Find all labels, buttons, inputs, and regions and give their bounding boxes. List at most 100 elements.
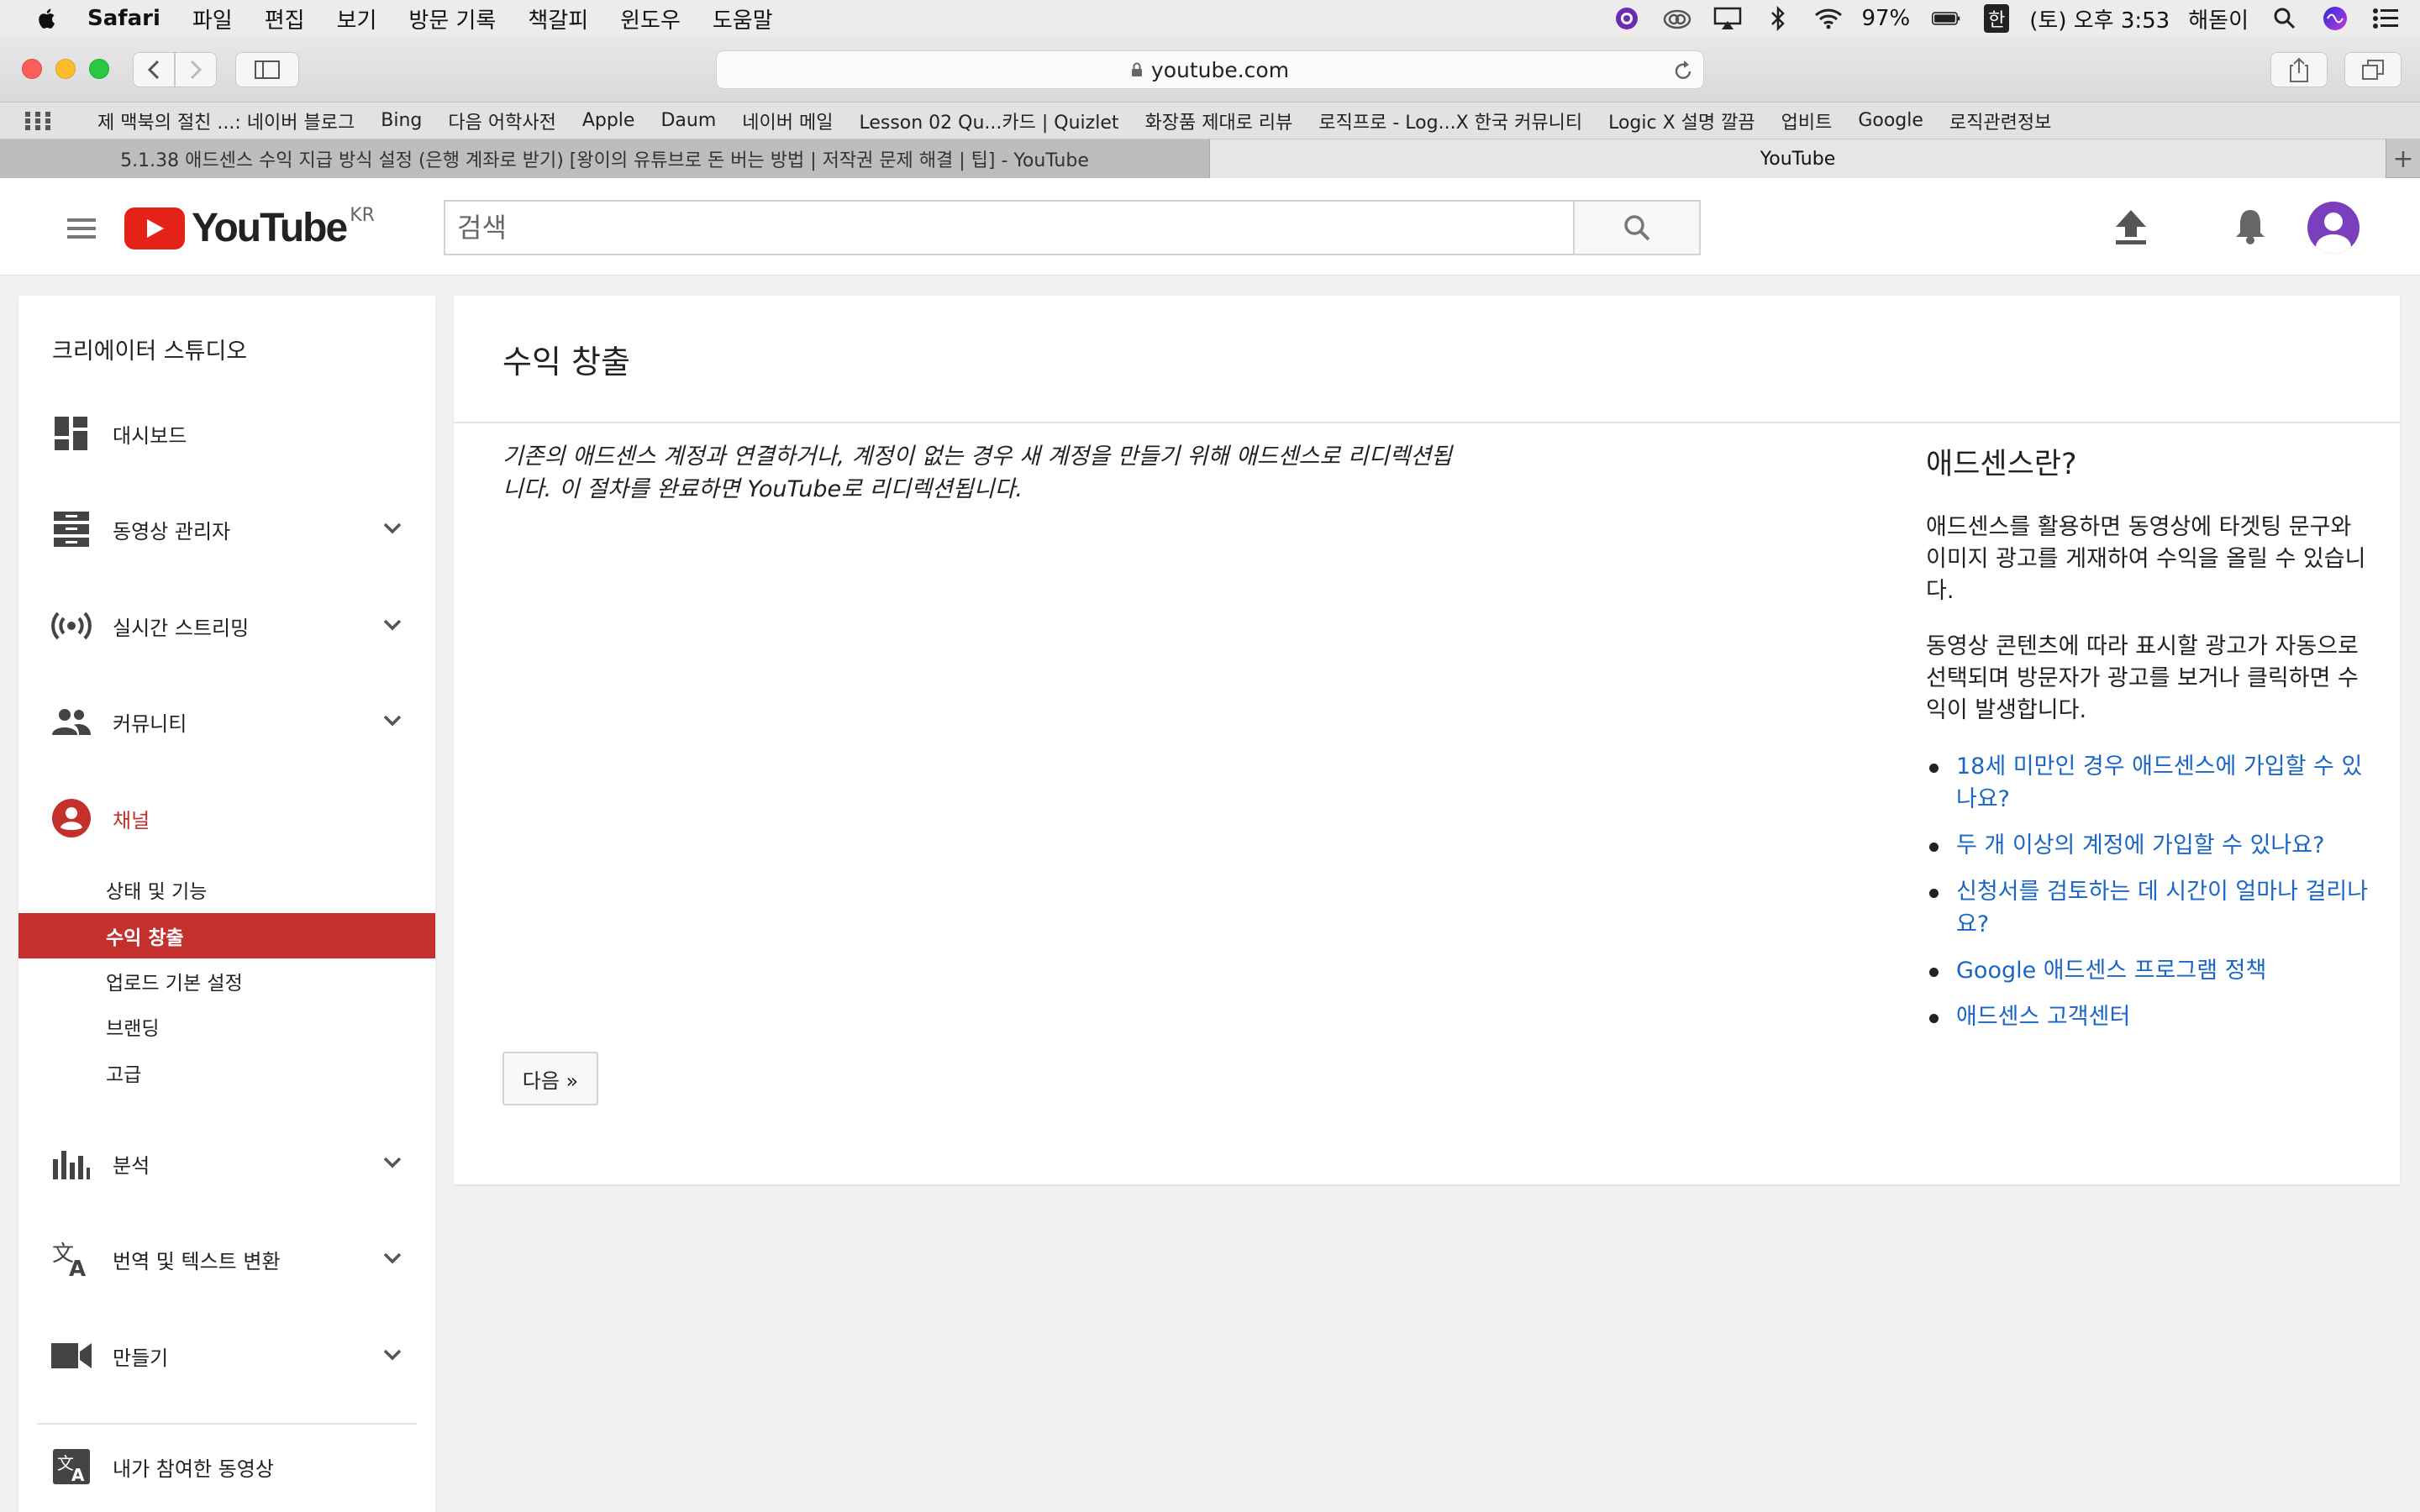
menubar-user[interactable]: 해돋이: [2188, 3, 2249, 34]
sidebar-divider: [37, 1423, 417, 1425]
sidebar-item-contributed-videos[interactable]: 文A 내가 참여한 동영상: [18, 1441, 435, 1492]
upload-icon[interactable]: [2114, 208, 2148, 245]
back-button[interactable]: [133, 52, 175, 87]
bookmark-item[interactable]: 제 맥북의 절친 ...: 네이버 블로그: [97, 108, 355, 134]
creative-cloud-icon[interactable]: [1663, 6, 1691, 31]
chevron-down-icon[interactable]: [383, 715, 402, 727]
spotlight-search-icon[interactable]: [2270, 6, 2299, 31]
bookmark-item[interactable]: 로직프로 - Log...X 한국 커뮤니티: [1318, 108, 1582, 134]
page-title: 수익 창출: [502, 344, 630, 381]
bell-icon[interactable]: [2233, 207, 2267, 245]
menu-edit[interactable]: 편집: [265, 3, 305, 34]
macos-menu-bar: Safari 파일 편집 보기 방문 기록 책갈피 윈도우 도움말 97% 한 …: [0, 0, 2420, 37]
chevron-down-icon[interactable]: [383, 1157, 402, 1168]
menu-help[interactable]: 도움말: [713, 3, 773, 34]
sidebar-item-live-streaming[interactable]: 실시간 스트리밍: [18, 601, 435, 651]
help-link-under-18[interactable]: 18세 미만인 경우 애드센스에 가입할 수 있나요?: [1926, 750, 2371, 816]
bookmark-item[interactable]: 다음 어학사전: [448, 108, 555, 134]
chevron-down-icon[interactable]: [383, 522, 402, 534]
tab-youtube[interactable]: YouTube: [1210, 139, 2386, 178]
youtube-logo[interactable]: YouTube KR: [124, 205, 375, 251]
menu-window[interactable]: 윈도우: [620, 3, 681, 34]
hamburger-menu-icon[interactable]: [67, 218, 96, 239]
battery-icon[interactable]: [1932, 6, 1960, 31]
sidebar-item-analytics[interactable]: 분석: [18, 1138, 435, 1189]
help-link-help-center[interactable]: 애드센스 고객센터: [1926, 1000, 2371, 1033]
sidebar-item-channel[interactable]: 채널: [18, 793, 435, 843]
input-method-indicator[interactable]: 한: [1982, 4, 2011, 33]
input-method-label: 한: [1984, 4, 2010, 33]
battery-percent: 97%: [1861, 6, 1911, 31]
sidebar-item-community[interactable]: 커뮤니티: [18, 696, 435, 747]
minimize-window-button[interactable]: [55, 59, 76, 79]
grid-icon[interactable]: [25, 111, 50, 130]
bluetooth-icon[interactable]: [1764, 6, 1792, 31]
tab-label: 5.1.38 애드센스 수익 지급 방식 설정 (은행 계좌로 받기) [왕이의…: [120, 150, 1089, 171]
forward-button[interactable]: [175, 52, 217, 87]
sidebar-subitem-upload-defaults[interactable]: 업로드 기본 설정: [18, 958, 435, 1004]
avatar[interactable]: [2307, 202, 2360, 254]
sidebar-subitem-advanced[interactable]: 고급: [18, 1050, 435, 1095]
monetization-panel: 수익 창출 기존의 애드센스 계정과 연결하거나, 계정이 없는 경우 새 계정…: [454, 296, 2400, 1184]
region-label: KR: [350, 205, 375, 226]
youtube-header: YouTube KR: [0, 178, 2420, 276]
menu-file[interactable]: 파일: [192, 3, 233, 34]
chevron-down-icon[interactable]: [383, 1252, 402, 1264]
siri-icon[interactable]: [2321, 6, 2349, 31]
airplay-icon[interactable]: [1713, 6, 1742, 31]
close-window-button[interactable]: [22, 59, 42, 79]
bookmark-item[interactable]: Logic X 설명 깔끔: [1608, 108, 1755, 134]
apple-menu-icon[interactable]: [37, 8, 55, 29]
eye-app-icon[interactable]: [1612, 6, 1641, 31]
bookmark-item[interactable]: 로직관련정보: [1949, 108, 2051, 134]
help-link-multiple-accounts[interactable]: 두 개 이상의 계정에 가입할 수 있나요?: [1926, 829, 2371, 862]
help-link-review-time[interactable]: 신청서를 검토하는 데 시간이 얼마나 걸리나요?: [1926, 875, 2371, 941]
bookmark-item[interactable]: Apple: [582, 110, 635, 131]
sidebar-item-dashboard[interactable]: 대시보드: [18, 408, 435, 459]
menu-bookmarks[interactable]: 책갈피: [528, 3, 588, 34]
menu-view[interactable]: 보기: [337, 3, 377, 34]
share-icon: [2290, 57, 2308, 82]
new-tab-button[interactable]: +: [2386, 139, 2420, 178]
sidebar-item-video-manager[interactable]: 동영상 관리자: [18, 504, 435, 554]
menubar-clock[interactable]: (토) 오후 3:53: [2029, 3, 2170, 34]
chevron-down-icon[interactable]: [383, 1349, 402, 1361]
safari-toolbar: youtube.com: [0, 37, 2420, 102]
menu-history[interactable]: 방문 기록: [408, 3, 496, 34]
bookmark-item[interactable]: Bing: [381, 110, 422, 131]
tab-overview-button[interactable]: [2344, 52, 2402, 87]
zoom-window-button[interactable]: [89, 59, 109, 79]
chevron-down-icon[interactable]: [383, 619, 402, 631]
help-link-program-policies[interactable]: Google 애드센스 프로그램 정책: [1926, 954, 2371, 987]
sidebar-toggle-button[interactable]: [235, 52, 299, 87]
search-button[interactable]: [1573, 202, 1699, 254]
tab-adsense-video[interactable]: 5.1.38 애드센스 수익 지급 방식 설정 (은행 계좌로 받기) [왕이의…: [0, 139, 1210, 178]
wifi-icon[interactable]: [1814, 6, 1843, 31]
sidebar-item-label: 대시보드: [113, 423, 187, 448]
reload-icon[interactable]: [1673, 60, 1693, 81]
bookmark-item[interactable]: Lesson 02 Qu...카드 | Quizlet: [859, 108, 1118, 134]
search-input[interactable]: [445, 202, 1573, 254]
notification-center-icon[interactable]: [2371, 6, 2400, 31]
translate-icon: 文A: [50, 1241, 92, 1278]
address-bar[interactable]: youtube.com: [716, 50, 1704, 89]
sidebar-item-create[interactable]: 만들기: [18, 1331, 435, 1381]
search-icon: [1624, 215, 1650, 241]
share-button[interactable]: [2270, 52, 2328, 87]
sidebar-subitem-branding[interactable]: 브랜딩: [18, 1004, 435, 1049]
bookmarks-bar: 제 맥북의 절친 ...: 네이버 블로그 Bing 다음 어학사전 Apple…: [0, 102, 2420, 139]
bookmark-item[interactable]: 네이버 메일: [742, 108, 833, 134]
tab-label: YouTube: [1760, 148, 1836, 170]
sidebar-subitem-monetization[interactable]: 수익 창출: [18, 913, 435, 958]
tabs-icon: [2362, 60, 2384, 80]
bookmark-item[interactable]: Google: [1858, 110, 1923, 131]
bookmark-item[interactable]: 업비트: [1781, 108, 1833, 134]
adsense-info-aside: 애드센스란? 애드센스를 활용하면 동영상에 타겟팅 문구와 이미지 광고를 게…: [1926, 440, 2371, 1047]
bookmark-item[interactable]: 화장품 제대로 리뷰: [1144, 108, 1292, 134]
bookmark-item[interactable]: Daum: [660, 110, 716, 131]
menu-safari[interactable]: Safari: [87, 6, 160, 31]
sidebar-item-translations[interactable]: 文A 번역 및 텍스트 변환: [18, 1234, 435, 1284]
creator-studio-sidebar: 크리에이터 스튜디오 대시보드 동영상 관리자 실시간 스트리밍 커뮤니티 채널…: [18, 296, 435, 1512]
sidebar-subitem-status[interactable]: 상태 및 기능: [18, 867, 435, 912]
next-button[interactable]: 다음 »: [502, 1052, 598, 1105]
